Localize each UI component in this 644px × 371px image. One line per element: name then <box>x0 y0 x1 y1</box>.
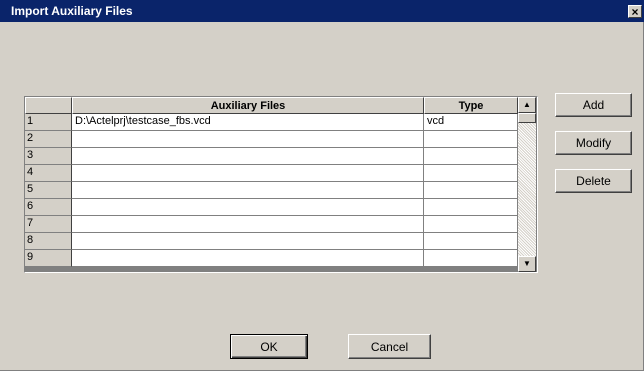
file-type-cell[interactable] <box>424 131 518 148</box>
vertical-scrollbar[interactable]: ▲ ▼ <box>518 97 536 272</box>
file-path-cell[interactable] <box>72 131 424 148</box>
file-path-cell[interactable]: D:\Actelprj\testcase_fbs.vcd <box>72 114 424 131</box>
scroll-up-button[interactable]: ▲ <box>518 97 536 113</box>
row-number-header[interactable]: 9 <box>25 250 72 267</box>
file-path-cell[interactable] <box>72 199 424 216</box>
scroll-down-button[interactable]: ▼ <box>518 256 536 272</box>
row-number-header[interactable]: 4 <box>25 165 72 182</box>
scroll-thumb[interactable] <box>518 113 536 123</box>
modify-button[interactable]: Modify <box>555 131 632 155</box>
import-auxiliary-files-dialog: Import Auxiliary Files × Auxiliary Files… <box>0 0 644 371</box>
row-number-header[interactable]: 7 <box>25 216 72 233</box>
row-number-header[interactable]: 6 <box>25 199 72 216</box>
file-type-cell[interactable] <box>424 199 518 216</box>
grid-corner-header <box>25 97 72 114</box>
file-path-cell[interactable] <box>72 250 424 267</box>
auxiliary-files-grid: Auxiliary Files Type 1 D:\Actelprj\testca… <box>24 96 538 273</box>
scroll-down-icon: ▼ <box>523 259 531 268</box>
file-type-cell[interactable] <box>424 250 518 267</box>
file-type-cell[interactable]: vcd <box>424 114 518 131</box>
file-type-cell[interactable] <box>424 233 518 250</box>
file-path-cell[interactable] <box>72 165 424 182</box>
row-number-header[interactable]: 3 <box>25 148 72 165</box>
file-path-cell[interactable] <box>72 216 424 233</box>
file-path-cell[interactable] <box>72 233 424 250</box>
file-type-cell[interactable] <box>424 182 518 199</box>
row-number-header[interactable]: 5 <box>25 182 72 199</box>
file-type-cell[interactable] <box>424 148 518 165</box>
row-number-header[interactable]: 8 <box>25 233 72 250</box>
file-path-cell[interactable] <box>72 182 424 199</box>
ok-button[interactable]: OK <box>230 334 308 359</box>
file-path-cell[interactable] <box>72 148 424 165</box>
delete-button[interactable]: Delete <box>555 169 632 193</box>
column-header-auxiliary-files[interactable]: Auxiliary Files <box>72 97 424 114</box>
scroll-up-icon: ▲ <box>523 100 531 109</box>
row-number-header[interactable]: 2 <box>25 131 72 148</box>
row-number-header[interactable]: 1 <box>25 114 72 131</box>
file-type-cell[interactable] <box>424 216 518 233</box>
add-button[interactable]: Add <box>555 93 632 117</box>
close-icon: × <box>631 4 639 19</box>
title-bar: Import Auxiliary Files × <box>0 0 644 22</box>
window-title: Import Auxiliary Files <box>11 4 133 18</box>
column-header-type[interactable]: Type <box>424 97 518 114</box>
file-type-cell[interactable] <box>424 165 518 182</box>
close-button[interactable]: × <box>628 5 642 18</box>
cancel-button[interactable]: Cancel <box>348 334 431 359</box>
